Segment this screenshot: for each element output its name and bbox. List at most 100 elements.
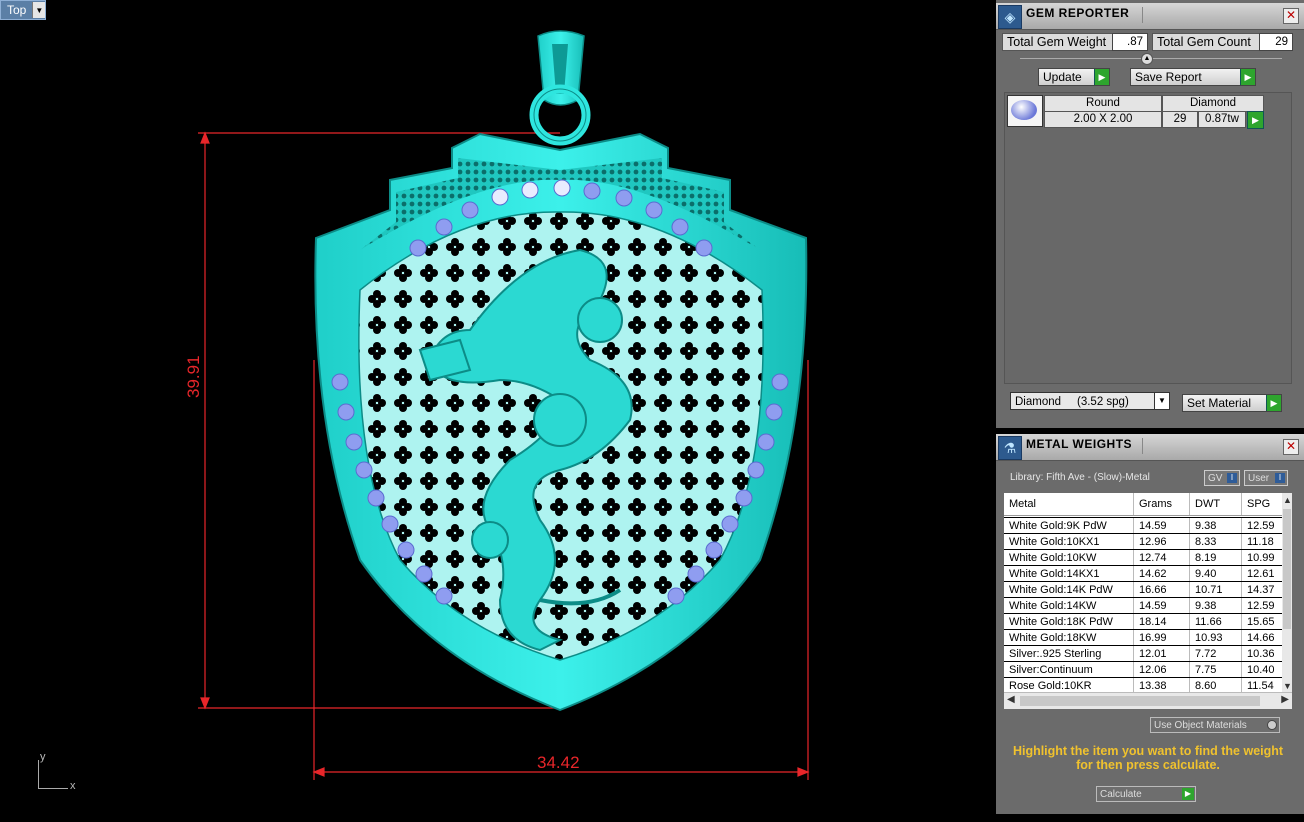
user-toggle[interactable]: User I: [1244, 470, 1288, 486]
cell-dwt: 8.19: [1190, 550, 1242, 566]
cell-spg: 11.18: [1247, 536, 1274, 548]
cell-grams: 16.99: [1134, 630, 1190, 646]
toggle-indicator-icon: I: [1275, 473, 1285, 483]
material-select-value: Diamond (3.52 spg): [1015, 396, 1129, 408]
cell-grams: 12.01: [1134, 646, 1190, 662]
dimension-width-label: 34.42: [537, 753, 580, 772]
update-label: Update: [1043, 70, 1082, 84]
cell-dwt: 11.66: [1190, 614, 1242, 630]
horizontal-scrollbar[interactable]: ◀ ▶: [1004, 692, 1292, 709]
cell-metal: White Gold:18K PdW: [1004, 614, 1134, 630]
gem-reporter-icon: ◈: [998, 5, 1022, 29]
cell-spg: 12.59: [1247, 600, 1275, 612]
gem-count: 29: [1162, 111, 1198, 128]
scroll-thumb[interactable]: [1020, 696, 1260, 706]
cell-metal: White Gold:14KW: [1004, 598, 1134, 614]
viewport-top[interactable]: Top ▼ 39.91 34.42 y x: [0, 0, 996, 822]
pendant-bail: [529, 30, 591, 146]
gv-toggle[interactable]: GV I: [1204, 470, 1240, 486]
table-header: Metal Grams DWT SPG: [1004, 493, 1282, 516]
user-label: User: [1248, 473, 1270, 484]
scroll-right-icon[interactable]: ▶: [1281, 694, 1289, 705]
cell-metal: White Gold:14KX1: [1004, 566, 1134, 582]
table-row[interactable]: White Gold:10KW 12.74 8.19 10.99: [1004, 549, 1282, 566]
chevron-down-icon[interactable]: ▼: [1154, 393, 1169, 409]
use-object-materials-toggle[interactable]: Use Object Materials: [1150, 717, 1280, 733]
close-icon[interactable]: ✕: [1283, 439, 1299, 455]
cell-spg: 10.99: [1247, 552, 1275, 564]
pendant-model: [198, 30, 810, 780]
gem-weight: 0.87tw: [1198, 111, 1246, 128]
cell-spg: 15.65: [1247, 616, 1275, 628]
cell-spg: 10.36: [1247, 648, 1275, 660]
gem-reporter-titlebar[interactable]: ◈ GEM REPORTER ✕: [996, 3, 1304, 30]
gem-size: 2.00 X 2.00: [1044, 111, 1162, 128]
axis-y-label: y: [40, 751, 46, 763]
scroll-down-icon[interactable]: ▼: [1283, 681, 1292, 691]
gv-label: GV: [1208, 473, 1223, 484]
scroll-thumb[interactable]: [1283, 509, 1291, 629]
save-report-button[interactable]: Save Report ▶: [1130, 68, 1256, 86]
table-row[interactable]: White Gold:18KW 16.99 10.93 14.66: [1004, 629, 1282, 646]
gem-list-area[interactable]: [1004, 92, 1292, 384]
slider-knob-icon[interactable]: ▲: [1141, 53, 1153, 65]
close-icon[interactable]: ✕: [1283, 8, 1299, 24]
cell-dwt: 9.38: [1190, 598, 1242, 614]
cell-dwt: 10.93: [1190, 630, 1242, 646]
total-gem-count-value: 29: [1259, 33, 1293, 51]
cell-metal: Silver:Continuum: [1004, 662, 1134, 678]
metal-weights-titlebar[interactable]: ⚗ METAL WEIGHTS ✕: [996, 434, 1304, 461]
cell-metal: Silver:.925 Sterling: [1004, 646, 1134, 662]
column-header-dwt[interactable]: DWT: [1190, 493, 1242, 515]
set-material-button[interactable]: Set Material ▶: [1182, 394, 1282, 412]
flask-icon: ⚗: [998, 436, 1022, 460]
toggle-indicator-icon: I: [1227, 473, 1237, 483]
cell-spg: 12.59: [1247, 520, 1275, 532]
play-icon: ▶: [1240, 69, 1255, 85]
total-gem-weight-value: .87: [1112, 33, 1148, 51]
material-select[interactable]: Diamond (3.52 spg) ▼: [1010, 392, 1170, 410]
table-row[interactable]: Silver:.925 Sterling 12.01 7.72 10.36: [1004, 645, 1282, 662]
play-icon: ▶: [1094, 69, 1109, 85]
column-header-metal[interactable]: Metal: [1004, 493, 1134, 515]
table-row[interactable]: Silver:Continuum 12.06 7.75 10.40: [1004, 661, 1282, 678]
table-row[interactable]: White Gold:14K PdW 16.66 10.71 14.37: [1004, 581, 1282, 598]
cell-spg: 12.61: [1247, 568, 1275, 580]
column-header-grams[interactable]: Grams: [1134, 493, 1190, 515]
set-material-label: Set Material: [1187, 396, 1252, 410]
titlebar-grip[interactable]: [1142, 438, 1278, 454]
column-header-spg[interactable]: SPG: [1242, 493, 1282, 515]
titlebar-grip[interactable]: [1142, 7, 1278, 23]
gem-row-play-icon[interactable]: ▶: [1247, 111, 1264, 129]
cell-dwt: 7.75: [1190, 662, 1242, 678]
cell-dwt: 7.72: [1190, 646, 1242, 662]
scroll-up-icon[interactable]: ▲: [1283, 495, 1292, 505]
calculate-button[interactable]: Calculate ▶: [1096, 786, 1196, 802]
vertical-scrollbar[interactable]: ▲ ▼: [1282, 493, 1292, 693]
play-icon: ▶: [1182, 788, 1194, 800]
cell-grams: 12.96: [1134, 534, 1190, 550]
total-gem-weight-label: Total Gem Weight: [1002, 33, 1116, 51]
cell-dwt: 9.40: [1190, 566, 1242, 582]
scroll-left-icon[interactable]: ◀: [1007, 694, 1015, 705]
play-icon: ▶: [1266, 395, 1281, 411]
table-row[interactable]: White Gold:14KX1 14.62 9.40 12.61: [1004, 565, 1282, 582]
table-row[interactable]: White Gold:14KW 14.59 9.38 12.59: [1004, 597, 1282, 614]
cell-dwt: 10.71: [1190, 582, 1242, 598]
table-row[interactable]: White Gold:18K PdW 18.14 11.66 15.65: [1004, 613, 1282, 630]
metal-weights-table[interactable]: Metal Grams DWT SPG White Gold:9K PdW 14.…: [1004, 493, 1292, 709]
cell-dwt: 9.38: [1190, 518, 1242, 534]
update-button[interactable]: Update ▶: [1038, 68, 1110, 86]
cell-grams: 12.74: [1134, 550, 1190, 566]
save-report-label: Save Report: [1135, 70, 1202, 84]
cell-grams: 16.66: [1134, 582, 1190, 598]
axis-x-label: x: [70, 780, 76, 792]
calculate-hint: Highlight the item you want to find the …: [1012, 744, 1284, 772]
table-row[interactable]: White Gold:10KX1 12.96 8.33 11.18: [1004, 533, 1282, 550]
cell-metal: White Gold:10KW: [1004, 550, 1134, 566]
table-row[interactable]: White Gold:9K PdW 14.59 9.38 12.59: [1004, 517, 1282, 534]
round-gem-icon: [1007, 95, 1043, 127]
metal-weights-title: METAL WEIGHTS: [1026, 437, 1133, 451]
cell-metal: White Gold:18KW: [1004, 630, 1134, 646]
cell-grams: 12.06: [1134, 662, 1190, 678]
